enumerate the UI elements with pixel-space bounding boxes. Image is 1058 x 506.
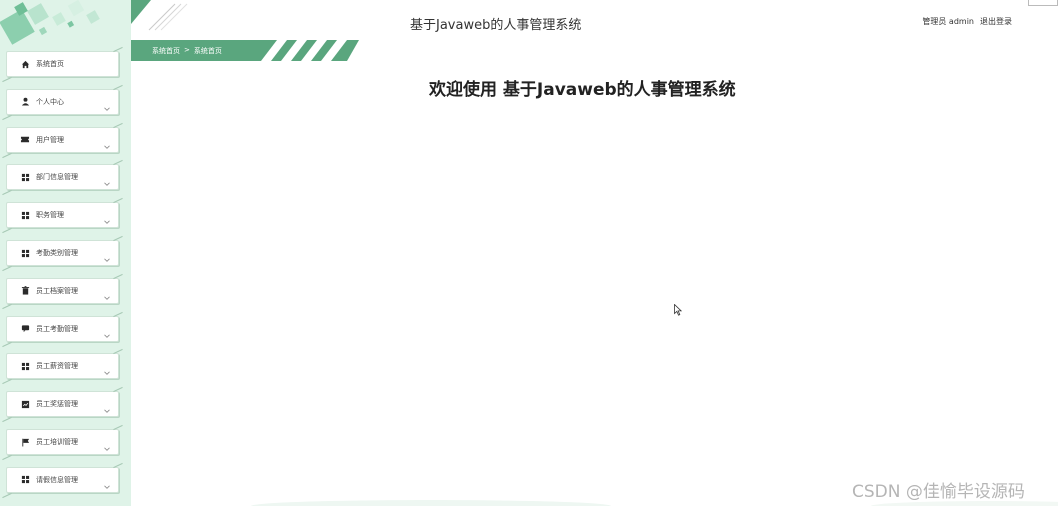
sidebar-item[interactable]: 职务管理 (6, 202, 119, 229)
sidebar-item[interactable]: 考勤类别管理 (6, 240, 119, 266)
chevron-down-icon[interactable] (103, 287, 111, 300)
sidebar-item[interactable]: 个人中心 (6, 88, 119, 115)
chevron-down-icon[interactable] (103, 325, 111, 338)
sidebar-item-label: 部门信息管理 (36, 173, 78, 182)
breadcrumb-current: 系统首页 (193, 47, 222, 55)
window-corner-frame (1028, 0, 1058, 6)
sidebar-item-label: 员工考勤管理 (36, 324, 78, 333)
sidebar-item-label: 职务管理 (36, 211, 64, 220)
sidebar-item[interactable]: 员工奖惩管理 (6, 391, 119, 418)
sidebar-item-label: 请假信息管理 (36, 475, 78, 484)
grid-icon (20, 210, 30, 220)
sidebar-item[interactable]: 用户管理 (6, 126, 119, 153)
person-icon (20, 97, 30, 107)
app-title: 基于Javaweb的人事管理系统 (410, 18, 582, 33)
grid-icon (20, 248, 30, 258)
grid-icon (20, 172, 30, 182)
sidebar-item-label: 员工培训管理 (36, 438, 78, 446)
sidebar: 系统首页个人中心用户管理部门信息管理 职务管理考勤类别管理 员工档案管理 员工考勤管理… (0, 0, 131, 506)
sidebar-item-label: 员工奖惩管理 (36, 400, 78, 409)
sidebar-item[interactable]: 员工考勤管理 (6, 315, 119, 342)
user-area: 管理员 admin 退出登录 (922, 16, 1012, 27)
sidebar-item-label: 员工档案管理 (36, 286, 78, 295)
sidebar-item[interactable]: 系统首页 (6, 51, 119, 77)
sidebar-item-label: 个人中心 (36, 97, 64, 106)
watermark: CSDN @佳愉毕设源码 (852, 482, 1025, 502)
sidebar-item-label: 系统首页 (36, 60, 64, 68)
sidebar-item[interactable]: 部门信息管理 (6, 164, 119, 191)
chevron-down-icon[interactable] (103, 362, 111, 376)
chevron-down-icon[interactable] (103, 98, 111, 111)
chevron-down-icon[interactable] (103, 249, 111, 262)
sidebar-item-label: 考勤类别管理 (36, 249, 78, 257)
mouse-cursor-icon (674, 304, 682, 316)
chevron-down-icon[interactable] (103, 211, 111, 225)
breadcrumb-separator: > (184, 46, 190, 54)
chevron-down-icon[interactable] (103, 173, 111, 187)
chevron-down-icon[interactable] (103, 400, 111, 414)
header-decoration (131, 0, 188, 31)
breadcrumb-text: 系统首页 > 系统首页 (152, 46, 222, 56)
sidebar-item[interactable]: 员工培训管理 (6, 429, 119, 455)
flag-icon (20, 437, 30, 447)
welcome-heading: 欢迎使用 基于Javaweb的人事管理系统 (429, 80, 736, 100)
breadcrumb: 系统首页 > 系统首页 (131, 40, 359, 61)
breadcrumb-root-link[interactable]: 系统首页 (152, 46, 180, 56)
logout-link[interactable]: 退出登录 (980, 16, 1012, 27)
grid-icon (20, 361, 30, 371)
ticket-icon (20, 135, 30, 145)
sidebar-decoration (0, 0, 131, 48)
user-role: 管理员 admin (922, 17, 974, 26)
sidebar-item-label: 员工薪资管理 (36, 362, 78, 371)
chevron-down-icon[interactable] (103, 136, 111, 149)
sidebar-item-label: 用户管理 (36, 135, 64, 144)
chevron-down-icon[interactable] (103, 438, 111, 451)
grid-icon (20, 475, 30, 485)
chart-icon (20, 399, 30, 409)
sidebar-item[interactable]: 员工档案管理 (6, 277, 119, 304)
chat-icon (20, 324, 30, 334)
trash-icon (20, 286, 30, 296)
home-icon (20, 59, 30, 69)
sidebar-item[interactable]: 员工薪资管理 (6, 353, 119, 380)
chevron-down-icon[interactable] (103, 476, 111, 489)
sidebar-item[interactable]: 请假信息管理 (6, 466, 119, 493)
